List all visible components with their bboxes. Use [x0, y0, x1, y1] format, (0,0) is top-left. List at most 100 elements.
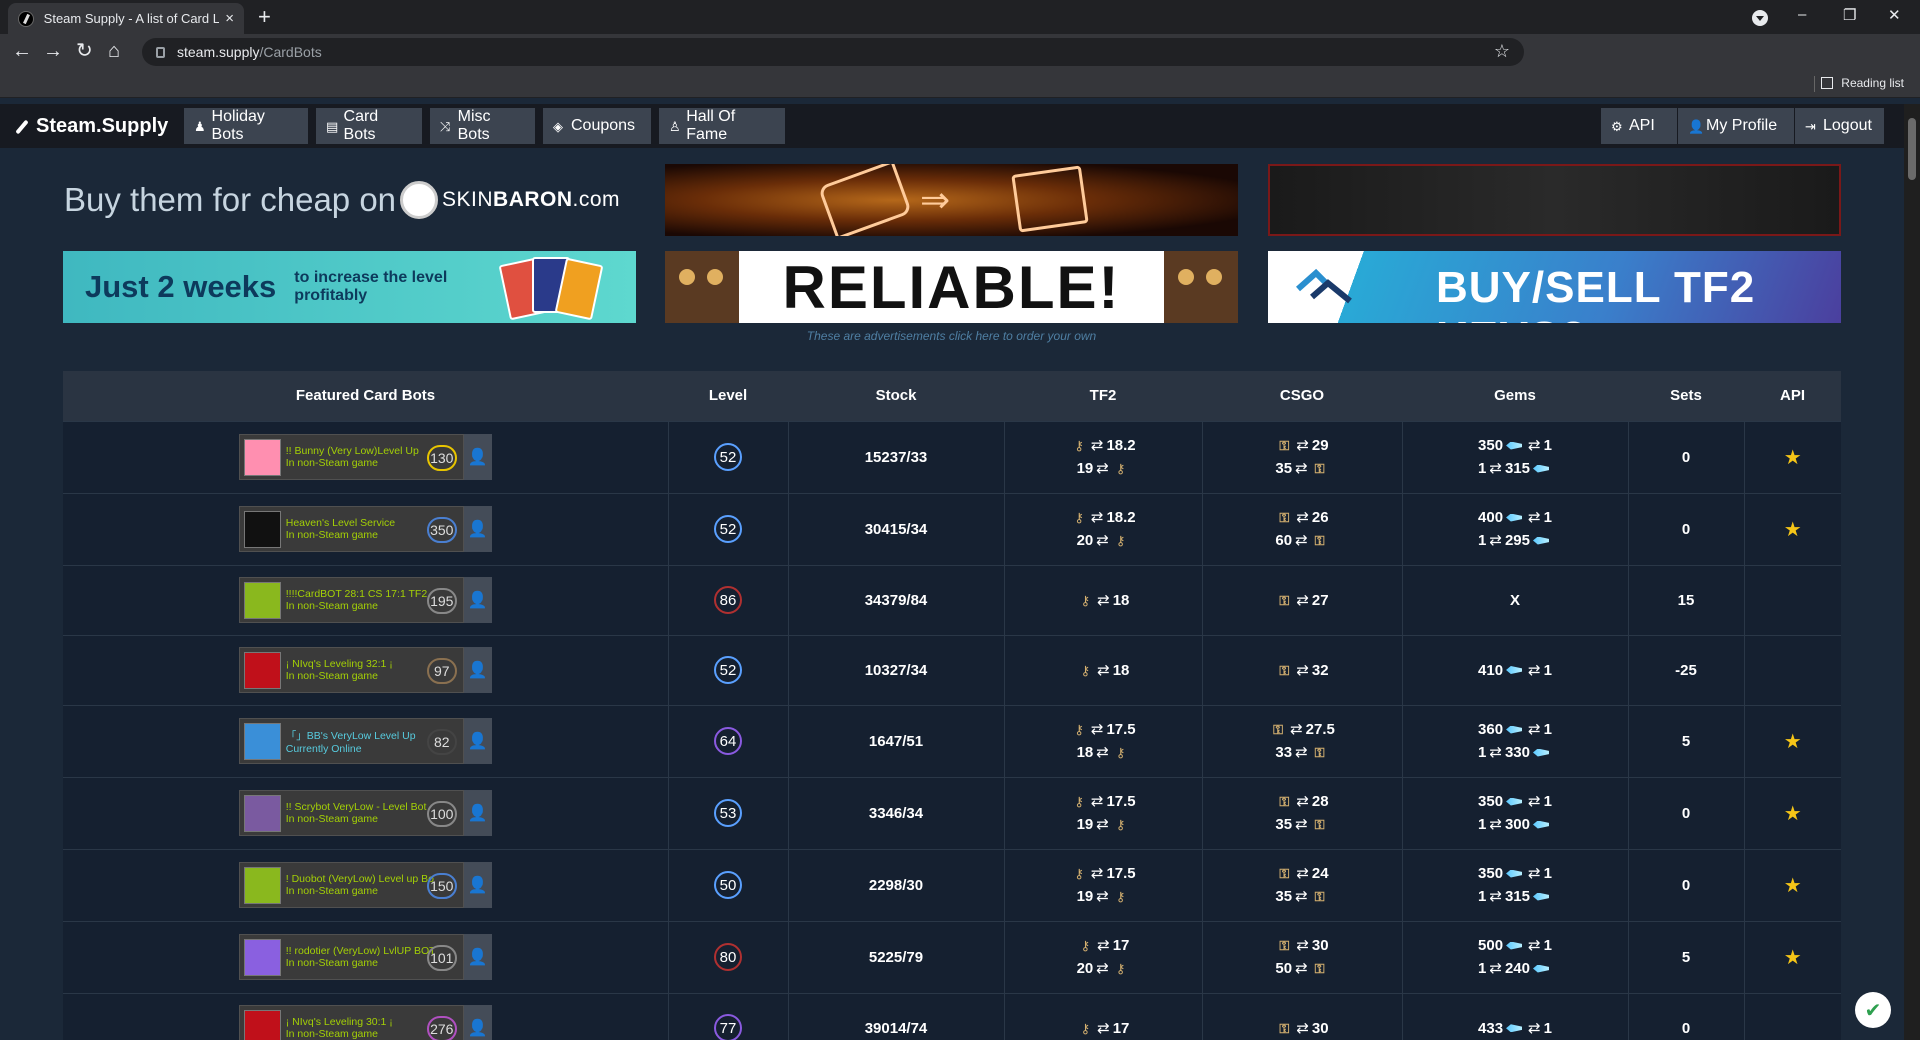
profile-menu-icon[interactable]	[1752, 10, 1768, 26]
nav-holiday-bots[interactable]: ♟ Holiday Bots	[184, 108, 308, 144]
bot-profile-card[interactable]: !! Bunny (Very Low)Level Up In non-Steam …	[238, 434, 464, 480]
bot-level: 50	[714, 871, 742, 899]
close-window-button[interactable]: ✕	[1888, 6, 1901, 24]
bot-profile-card[interactable]: ¡ NIvq's Leveling 30:1 ¡ In non-Steam gam…	[238, 1005, 464, 1040]
nav-coupons[interactable]: ◈ Coupons	[543, 108, 651, 144]
add-friend-button[interactable]: 👤	[463, 934, 492, 980]
swap-icon: ⇄	[1489, 460, 1502, 477]
swap-icon: ⇄	[1090, 509, 1104, 526]
add-friend-button[interactable]: 👤	[463, 718, 492, 764]
shield-check-icon[interactable]: ✔	[1855, 992, 1891, 1028]
dark-banner-ad[interactable]	[1268, 164, 1841, 236]
sets-cell: 5	[1627, 705, 1744, 777]
tf2-sell-rate: 19	[1076, 816, 1094, 833]
nav-my-profile[interactable]: 👤 My Profile	[1678, 108, 1794, 144]
bot-profile-card[interactable]: 「」BB's VeryLow Level Up Currently Online 8…	[238, 718, 464, 764]
header-csgo[interactable]: CSGO	[1202, 371, 1402, 421]
tf2-cell: ⚷ ⇄ 17 20 ⇄ ⚷	[1003, 921, 1202, 993]
nav-card-bots[interactable]: ▤ Card Bots	[316, 108, 422, 144]
header-sets[interactable]: Sets	[1628, 371, 1744, 421]
nav-api[interactable]: ⚙ API	[1601, 108, 1677, 144]
steam-level-badge: 350	[426, 517, 457, 543]
bot-stock: 39014/74	[864, 1019, 928, 1037]
api-star-icon[interactable]: ★	[1784, 447, 1802, 469]
bot-cell: 「」BB's VeryLow Level Up Currently Online 8…	[63, 705, 668, 777]
tf2-key-icon: ⚷	[1074, 510, 1084, 525]
bot-status: In non-Steam game	[285, 457, 378, 469]
bot-profile-card[interactable]: ¡ NIvq's Leveling 32:1 ¡ In non-Steam gam…	[238, 647, 464, 693]
header-gems[interactable]: Gems	[1402, 371, 1628, 421]
browser-tab[interactable]: Steam Supply - A list of Card Lev ×	[8, 3, 244, 34]
steam-level-badge: 82	[426, 729, 457, 755]
key-to-cards-ad[interactable]: ⇒	[665, 164, 1238, 236]
add-friend-button[interactable]: 👤	[463, 647, 492, 693]
gems-buy-sets: 1	[1543, 721, 1552, 738]
bot-level: 80	[714, 943, 742, 971]
api-star-icon[interactable]: ★	[1784, 947, 1802, 969]
tf2-cell: ⚷ ⇄ 18	[1003, 635, 1202, 705]
tf2-key-icon: ⚷	[1115, 533, 1126, 548]
order-ad-link[interactable]: These are advertisements click here to o…	[665, 329, 1238, 343]
bookmark-star-icon[interactable]: ☆	[1494, 41, 1510, 62]
minimize-button[interactable]: –	[1798, 6, 1806, 23]
api-star-icon[interactable]: ★	[1784, 875, 1802, 897]
scrollbar-thumb[interactable]	[1908, 118, 1916, 180]
tf2-cell: ⚷ ⇄ 17.5 19 ⇄ ⚷	[1003, 849, 1202, 921]
add-friend-button[interactable]: 👤	[463, 790, 492, 836]
forward-button[interactable]: →	[43, 40, 63, 62]
two-weeks-ad[interactable]: Just 2 weeks to increase the level profi…	[63, 251, 636, 323]
new-tab-button[interactable]: +	[258, 4, 271, 30]
reliable-ad[interactable]: RELIABLE!	[665, 251, 1238, 323]
bot-profile-card[interactable]: Heaven's Level Service In non-Steam game 3…	[238, 506, 464, 552]
tf2-keys-ad[interactable]: BUY/SELL TF2 KEYS?	[1268, 251, 1841, 323]
nav-hall-of-fame[interactable]: ♙ Hall Of Fame	[659, 108, 785, 144]
bot-profile-card[interactable]: !! rodotier (VeryLow) LvlUP BOT In non-St…	[238, 934, 464, 980]
table-row: !! rodotier (VeryLow) LvlUP BOT In non-St…	[63, 921, 1841, 993]
nav-misc-bots[interactable]: ⤨ Misc Bots	[430, 108, 535, 144]
bot-level: 77	[714, 1014, 742, 1040]
restore-button[interactable]: ❐	[1843, 6, 1856, 24]
swap-icon: ⇄	[1096, 744, 1109, 761]
bot-profile-card[interactable]: ! Duobot (VeryLow) Level up Bot In non-St…	[238, 862, 464, 908]
header-tf2[interactable]: TF2	[1004, 371, 1202, 421]
api-star-icon[interactable]: ★	[1784, 731, 1802, 753]
bot-status: In non-Steam game	[285, 813, 378, 825]
add-friend-button[interactable]: 👤	[463, 506, 492, 552]
header-api[interactable]: API	[1744, 371, 1841, 421]
api-star-icon[interactable]: ★	[1784, 803, 1802, 825]
bot-stock: 1647/51	[868, 732, 924, 750]
close-tab-icon[interactable]: ×	[225, 10, 234, 27]
header-level[interactable]: Level	[668, 371, 788, 421]
bot-cell: !! Bunny (Very Low)Level Up In non-Steam …	[63, 421, 668, 493]
bot-sets: 0	[1681, 448, 1691, 466]
steam-level-badge: 195	[426, 588, 457, 614]
address-bar[interactable]: steam.supply /CardBots ☆	[142, 38, 1524, 66]
header-featured-card-bots[interactable]: Featured Card Bots	[63, 371, 668, 421]
award-icon: ♙	[669, 118, 681, 134]
reading-list-button[interactable]: Reading list	[1821, 76, 1904, 90]
header-stock[interactable]: Stock	[788, 371, 1004, 421]
bot-profile-card[interactable]: !!!!CardBOT 28:1 CS 17:1 TF2 In non-Steam…	[238, 577, 464, 623]
bot-profile-card[interactable]: !! Scrybot VeryLow - Level Bot In non-Ste…	[238, 790, 464, 836]
back-button[interactable]: ←	[12, 40, 32, 62]
home-button[interactable]: ⌂	[108, 40, 120, 62]
brand-logo[interactable]: Steam.Supply	[14, 115, 168, 138]
page-scrollbar[interactable]	[1904, 104, 1920, 1040]
add-friend-button[interactable]: 👤	[463, 577, 492, 623]
dog-mascot-icon	[1164, 251, 1238, 323]
two-weeks-ad-headline: Just 2 weeks	[85, 269, 277, 304]
add-friend-button[interactable]: 👤	[463, 434, 492, 480]
two-weeks-ad-subtext: to increase the level profitably	[294, 269, 448, 304]
csgo-buy-rate: 24	[1311, 865, 1329, 882]
add-friend-button[interactable]: 👤	[463, 1005, 492, 1040]
csgo-key-icon: ⚿	[1279, 662, 1290, 678]
csgo-cell: ⚿ ⇄ 29 35 ⇄ ⚿	[1201, 421, 1402, 493]
reload-button[interactable]: ↻	[76, 40, 93, 62]
api-star-icon[interactable]: ★	[1784, 519, 1802, 541]
skinbaron-ad[interactable]: Buy them for cheap on SKINBARON.com	[64, 164, 636, 236]
nav-logout[interactable]: ⇥ Logout	[1795, 108, 1884, 144]
gems-buy-sets: 1	[1543, 661, 1552, 679]
site-navbar: Steam.Supply ♟ Holiday Bots ▤ Card Bots ⤨ Mis…	[0, 104, 1920, 148]
gems-sell-amount: 240	[1504, 960, 1530, 977]
add-friend-button[interactable]: 👤	[463, 862, 492, 908]
